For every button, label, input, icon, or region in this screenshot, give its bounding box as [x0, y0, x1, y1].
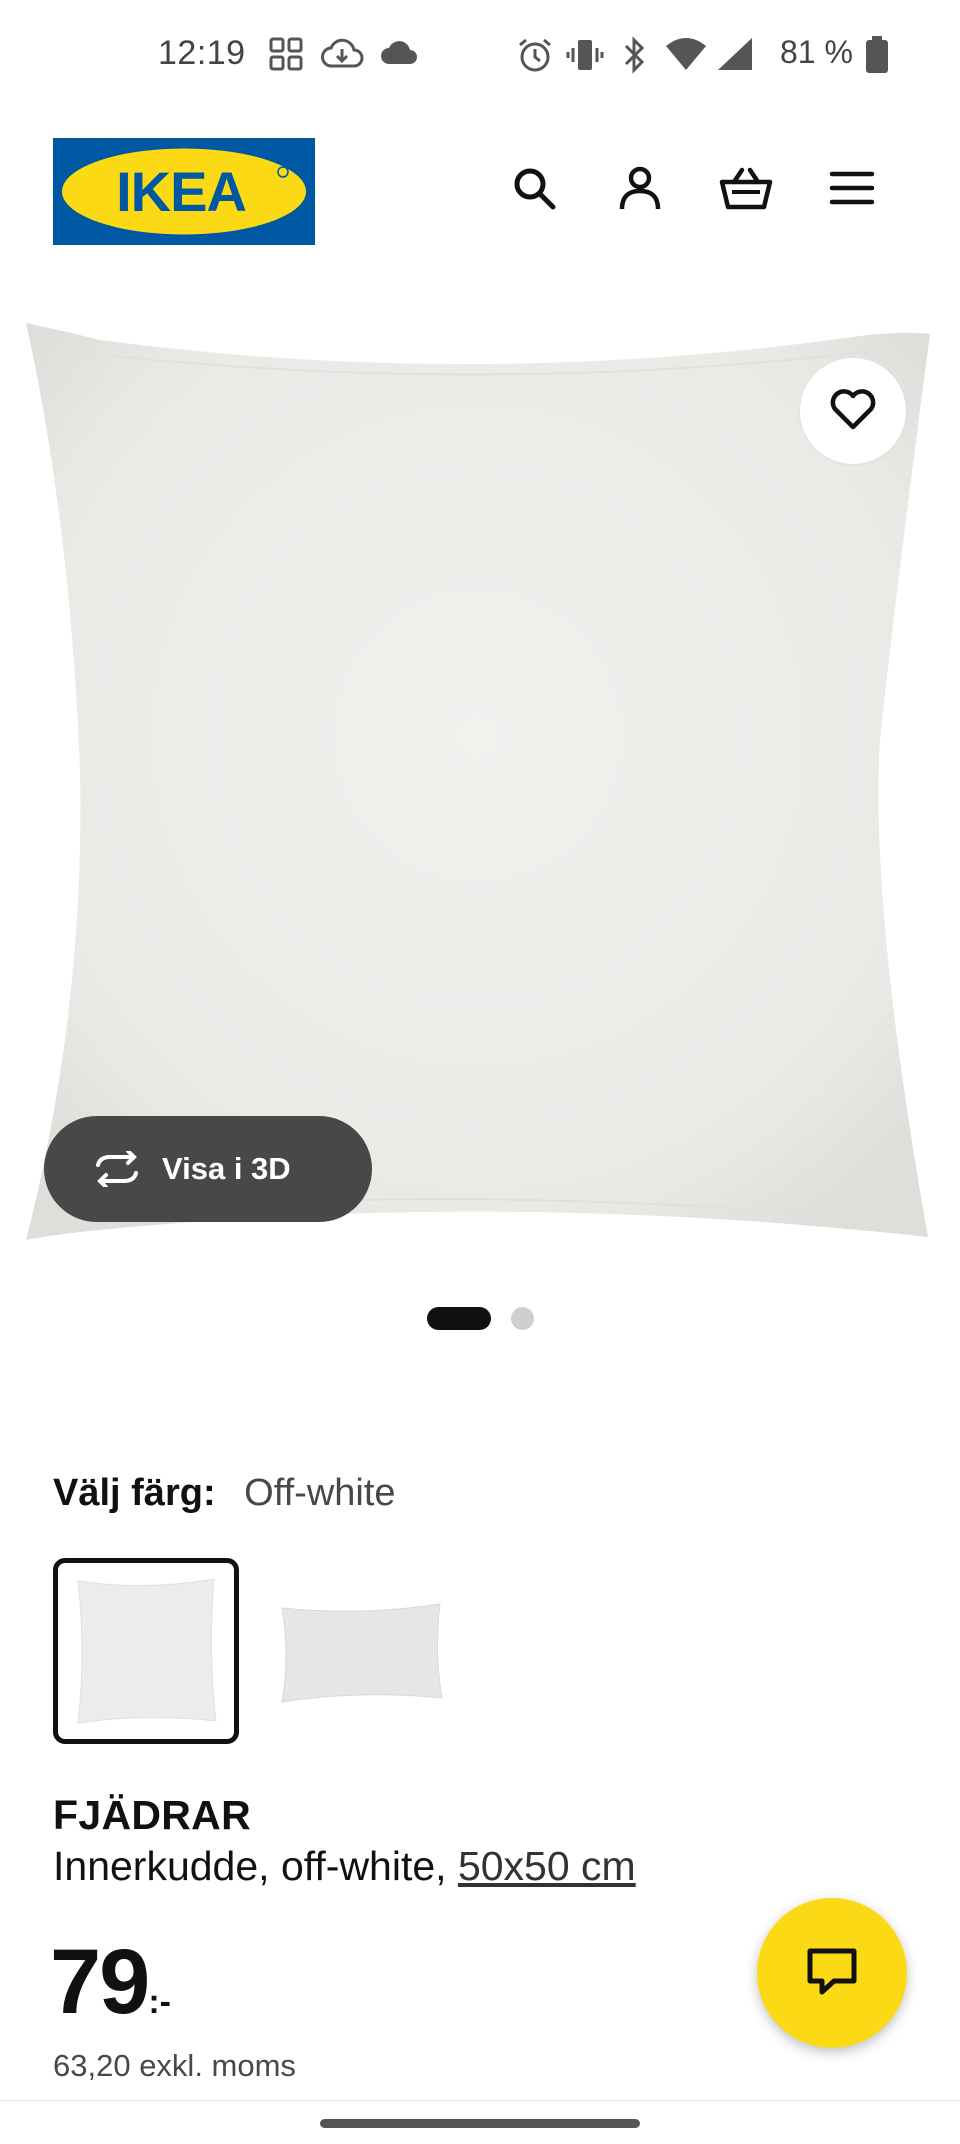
cart-icon	[718, 165, 774, 216]
color-swatch-white[interactable]	[270, 1558, 456, 1744]
color-swatch-off-white[interactable]	[53, 1558, 239, 1744]
bluetooth-icon	[620, 36, 648, 79]
signal-icon	[716, 36, 756, 77]
carousel-dot-active[interactable]	[427, 1307, 491, 1330]
view-3d-label: Visa i 3D	[162, 1151, 291, 1186]
product-price: 79:-	[50, 1930, 171, 2035]
view-3d-button[interactable]: Visa i 3D	[44, 1116, 372, 1222]
chat-icon	[804, 1945, 860, 2002]
price-excl-vat: 63,20 exkl. moms	[53, 2048, 296, 2083]
product-size-link[interactable]: 50x50 cm	[458, 1843, 636, 1889]
product-description-text: Innerkudde, off-white,	[53, 1843, 458, 1889]
color-value: Off-white	[244, 1472, 396, 1514]
price-integer: 79	[50, 1931, 150, 2033]
search-icon	[511, 165, 557, 216]
account-icon	[617, 165, 663, 216]
alarm-icon	[516, 36, 554, 79]
rotate-3d-icon	[90, 1151, 144, 1187]
cloud-download-icon	[320, 36, 364, 77]
logo-text: IKEA	[116, 160, 246, 223]
cloud-icon	[378, 36, 420, 77]
favorite-button[interactable]	[800, 358, 906, 464]
battery-icon	[864, 36, 890, 79]
header: IKEA	[0, 112, 960, 272]
menu-button[interactable]	[818, 156, 886, 224]
home-indicator[interactable]	[320, 2119, 640, 2128]
bottom-divider	[0, 2100, 960, 2101]
search-button[interactable]	[500, 156, 568, 224]
status-time: 12:19	[158, 34, 246, 72]
chat-button[interactable]	[757, 1898, 907, 2048]
heart-icon	[830, 388, 876, 435]
account-button[interactable]	[606, 156, 674, 224]
ikea-logo[interactable]: IKEA	[53, 138, 315, 245]
wifi-icon	[664, 36, 708, 77]
product-name: FJÄDRAR	[53, 1792, 251, 1838]
carousel-dot[interactable]	[511, 1307, 534, 1330]
product-description: Innerkudde, off-white, 50x50 cm	[53, 1843, 636, 1890]
cart-button[interactable]	[712, 156, 780, 224]
status-bar: 12:19 81 %	[0, 0, 960, 112]
color-selector-label-row: Välj färg: Off-white	[53, 1472, 396, 1515]
menu-icon	[829, 168, 875, 213]
gallery-icon	[268, 36, 304, 77]
vibrate-icon	[566, 36, 604, 79]
color-label: Välj färg:	[53, 1472, 216, 1514]
battery-percent: 81 %	[780, 34, 853, 70]
price-suffix: :-	[148, 1983, 171, 2021]
